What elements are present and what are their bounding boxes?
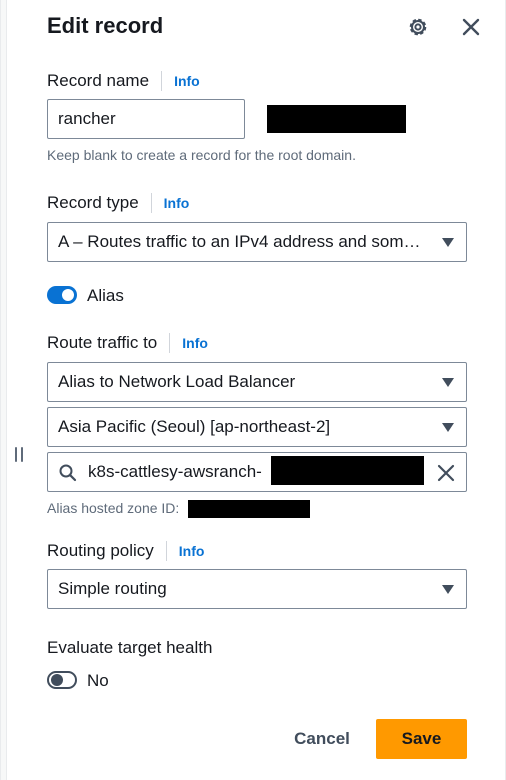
close-icon[interactable] — [457, 13, 485, 41]
record-type-info-link[interactable]: Info — [164, 192, 190, 214]
cancel-button[interactable]: Cancel — [283, 719, 361, 759]
evaluate-health-label: Evaluate target health — [47, 638, 213, 657]
evaluate-health-toggle[interactable] — [47, 671, 77, 689]
caret-down-icon — [442, 238, 454, 247]
route-traffic-info-link[interactable]: Info — [182, 332, 208, 354]
routing-policy-label: Routing policy Info — [47, 540, 205, 562]
redacted-load-balancer — [271, 456, 424, 485]
routing-policy-select[interactable]: Simple routing — [47, 569, 467, 609]
record-name-label: Record name Info — [47, 70, 200, 92]
redacted-zone-id — [188, 500, 310, 518]
routing-policy-info-link[interactable]: Info — [179, 540, 205, 562]
region-select[interactable]: Asia Pacific (Seoul) [ap-northeast-2] — [47, 407, 467, 447]
alias-label: Alias — [87, 286, 124, 305]
panel-title: Edit record — [47, 13, 164, 38]
edit-record-panel: Edit record Record name Info rancher Kee… — [0, 0, 506, 780]
caret-down-icon — [442, 378, 454, 387]
panel-edge — [1, 0, 7, 780]
record-type-label: Record type Info — [47, 192, 190, 214]
alias-zone-id-label: Alias hosted zone ID: — [47, 500, 180, 516]
caret-down-icon — [442, 423, 454, 432]
resize-handle-icon[interactable] — [15, 447, 25, 463]
settings-gear-icon[interactable] — [404, 13, 432, 41]
redacted-domain — [267, 105, 406, 133]
clear-input-icon[interactable] — [436, 463, 456, 483]
record-name-input[interactable]: rancher — [47, 99, 245, 139]
record-name-hint: Keep blank to create a record for the ro… — [47, 147, 356, 163]
record-type-select[interactable]: A – Routes traffic to an IPv4 address an… — [47, 222, 467, 262]
save-button[interactable]: Save — [376, 719, 467, 759]
search-icon — [59, 464, 77, 482]
route-traffic-label: Route traffic to Info — [47, 332, 208, 354]
record-name-info-link[interactable]: Info — [174, 70, 200, 92]
endpoint-select[interactable]: Alias to Network Load Balancer — [47, 362, 467, 402]
alias-toggle[interactable] — [47, 286, 77, 304]
evaluate-health-state: No — [87, 671, 109, 690]
caret-down-icon — [442, 585, 454, 594]
